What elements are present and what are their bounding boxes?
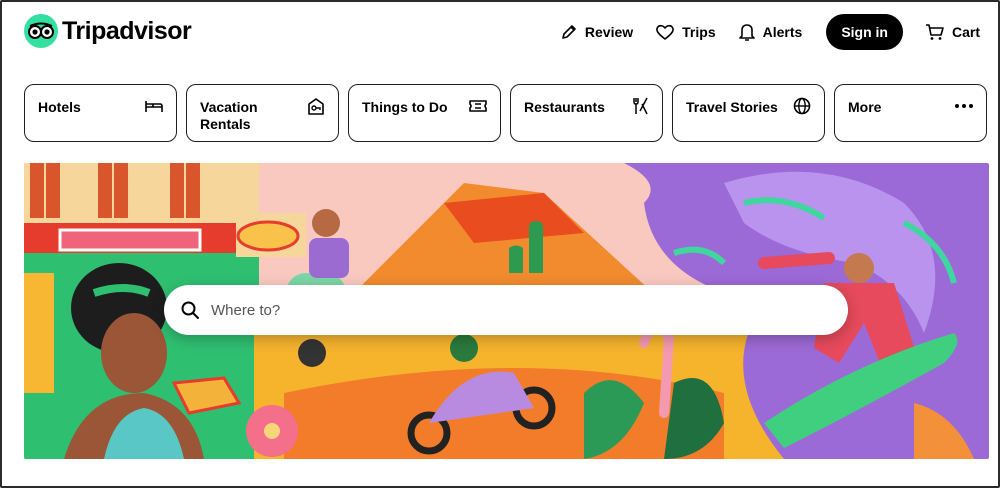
house-key-icon: [308, 98, 324, 115]
heart-icon: [656, 24, 675, 40]
bed-icon: [145, 101, 163, 112]
tile-more[interactable]: More: [834, 84, 987, 142]
search-icon: [181, 301, 199, 319]
top-nav: Review Trips Alerts Sign in Cart: [560, 14, 980, 50]
brand-name: Tripadvisor: [62, 16, 192, 45]
tile-restaurants[interactable]: Restaurants: [510, 84, 663, 142]
owl-logo-icon: [24, 14, 58, 48]
sign-in-button[interactable]: Sign in: [826, 14, 903, 50]
tile-travel-stories[interactable]: Travel Stories: [672, 84, 825, 142]
bell-icon: [738, 24, 755, 41]
alerts-label: Alerts: [762, 24, 803, 40]
trips-link[interactable]: Trips: [655, 23, 716, 41]
tile-hotels[interactable]: Hotels: [24, 84, 177, 142]
review-link[interactable]: Review: [560, 23, 633, 41]
site-header: Tripadvisor Review Trips Alerts Sign in …: [0, 0, 1000, 66]
cart-link[interactable]: Cart: [925, 23, 980, 41]
cart-label: Cart: [951, 24, 980, 40]
tile-label: Things to Do: [362, 99, 448, 115]
tile-label: Travel Stories: [686, 99, 778, 115]
ticket-icon: [469, 100, 487, 112]
search-bar[interactable]: [164, 285, 848, 335]
category-tiles: Hotels Vacation Rentals Things to Do Res…: [24, 84, 987, 142]
tripadvisor-logo[interactable]: Tripadvisor: [24, 14, 192, 48]
trips-label: Trips: [682, 24, 716, 40]
tile-label: Hotels: [38, 99, 81, 115]
more-dots-icon: [955, 104, 973, 108]
tile-label: Vacation Rentals: [200, 99, 258, 132]
cart-icon: [925, 24, 944, 40]
tile-label: Restaurants: [524, 99, 605, 115]
tile-label: More: [848, 99, 882, 115]
search-input[interactable]: [211, 301, 848, 319]
tile-things-to-do[interactable]: Things to Do: [348, 84, 501, 142]
alerts-link[interactable]: Alerts: [738, 22, 803, 42]
tile-vacation-rentals[interactable]: Vacation Rentals: [186, 84, 339, 142]
review-label: Review: [584, 24, 634, 40]
pencil-icon: [562, 25, 576, 39]
globe-icon: [793, 97, 811, 115]
fork-knife-icon: [633, 97, 648, 115]
